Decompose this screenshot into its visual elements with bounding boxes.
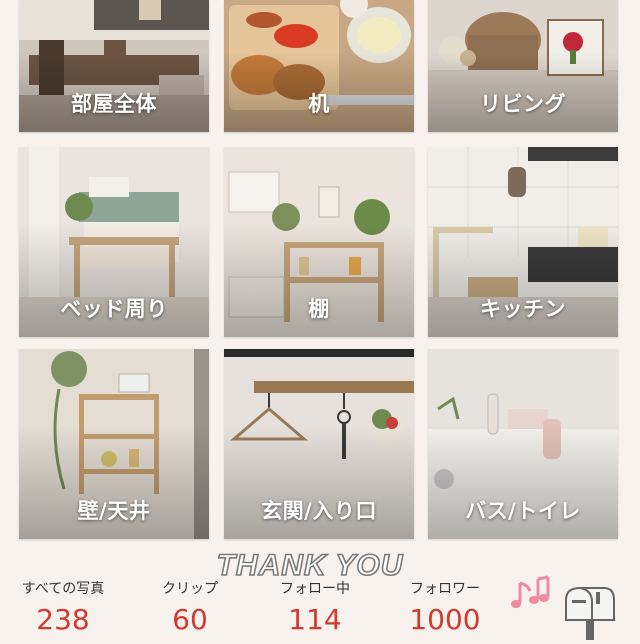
category-grid: 部屋全体 机 リビング ベッド周り 棚 キッチン 壁/天井 玄関/入り口 バス/… bbox=[0, 0, 640, 550]
category-tile-entrance[interactable]: 玄関/入り口 bbox=[224, 349, 414, 539]
category-label: 壁/天井 bbox=[77, 499, 151, 523]
stat-following[interactable]: フォロー中 114 bbox=[265, 578, 365, 634]
stat-value: 114 bbox=[288, 603, 342, 636]
category-label: 棚 bbox=[308, 297, 330, 321]
mailbox-icon[interactable] bbox=[560, 582, 620, 640]
stat-followers[interactable]: フォロワー 1000 bbox=[390, 578, 500, 634]
stat-clips[interactable]: クリップ 60 bbox=[140, 578, 240, 634]
stat-value: 1000 bbox=[409, 603, 481, 636]
stat-value: 60 bbox=[172, 603, 208, 636]
category-tile-bedside[interactable]: ベッド周り bbox=[19, 147, 209, 337]
category-tile-room[interactable]: 部屋全体 bbox=[19, 0, 209, 132]
category-tile-desk[interactable]: 机 bbox=[224, 0, 414, 132]
stat-label: すべての写真 bbox=[21, 581, 105, 597]
stat-label: フォロワー bbox=[410, 581, 480, 597]
category-tile-bath[interactable]: バス/トイレ bbox=[428, 349, 618, 539]
stat-all-photos[interactable]: すべての写真 238 bbox=[8, 578, 118, 634]
stat-label: フォロー中 bbox=[280, 581, 350, 597]
category-label: バス/トイレ bbox=[465, 499, 581, 523]
category-label: 部屋全体 bbox=[71, 92, 157, 116]
category-label: 玄関/入り口 bbox=[261, 499, 377, 523]
stat-label: クリップ bbox=[162, 581, 218, 597]
category-label: キッチン bbox=[480, 297, 566, 321]
category-label: 机 bbox=[308, 92, 330, 116]
category-tile-kitchen[interactable]: キッチン bbox=[428, 147, 618, 337]
music-notes-icon bbox=[508, 575, 552, 613]
category-label: リビング bbox=[480, 92, 566, 116]
stat-value: 238 bbox=[36, 603, 90, 636]
category-tile-living[interactable]: リビング bbox=[428, 0, 618, 132]
category-label: ベッド周り bbox=[60, 297, 168, 321]
category-tile-shelf[interactable]: 棚 bbox=[224, 147, 414, 337]
category-tile-wall[interactable]: 壁/天井 bbox=[19, 349, 209, 539]
